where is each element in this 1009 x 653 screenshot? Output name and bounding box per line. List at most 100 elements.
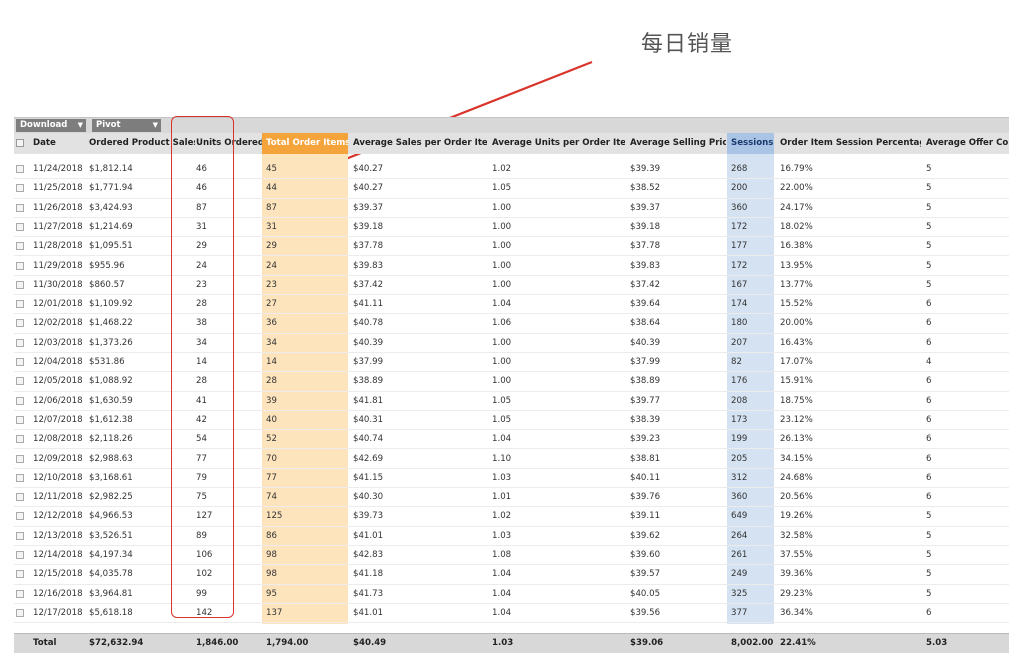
cell-date: 11/30/2018 — [33, 279, 83, 290]
table-row: 12/06/2018 $1,630.59 41 39 $41.81 1.05 $39.77 2… — [14, 392, 1009, 411]
column-header-average-offer-count[interactable]: Average Offer Count — [922, 133, 1009, 154]
row-checkbox[interactable] — [16, 454, 24, 463]
cell-units-ordered: 89 — [196, 530, 207, 541]
row-checkbox[interactable] — [16, 512, 24, 521]
cell-average-units-per-order-item: 1.02 — [492, 164, 512, 174]
cell-average-offer-count: 6 — [926, 492, 932, 503]
cell-average-selling-price: $39.23 — [630, 434, 661, 445]
totals-row: Total $72,632.94 1,846.00 1,794.00 $40.4… — [14, 633, 1009, 653]
total-order-item-session-percentage: 22.41% — [780, 638, 816, 648]
row-checkbox[interactable] — [16, 493, 24, 502]
cell-date: 11/28/2018 — [33, 241, 83, 252]
column-header-average-sales-per-order-item[interactable]: Average Sales per Order Item — [349, 133, 487, 154]
cell-average-sales-per-order-item: $42.69 — [353, 453, 384, 464]
total-ordered-product-sales: $72,632.94 — [89, 638, 144, 648]
cell-ordered-product-sales: $1,109.92 — [89, 299, 133, 310]
cell-average-units-per-order-item: 1.04 — [492, 607, 512, 618]
column-header-units-ordered[interactable]: Units Ordered — [192, 133, 262, 154]
cell-date: 12/01/2018 — [33, 299, 83, 310]
row-checkbox[interactable] — [16, 242, 24, 251]
cell-order-item-session-percentage: 36.34% — [780, 607, 813, 618]
row-checkbox[interactable] — [16, 338, 24, 347]
column-header-average-units-per-order-item[interactable]: Average Units per Order Item — [488, 133, 625, 154]
cell-average-offer-count: 5 — [926, 569, 932, 580]
column-header-date[interactable]: Date — [29, 133, 89, 154]
cell-total-order-items: 125 — [266, 511, 283, 522]
row-checkbox[interactable] — [16, 358, 24, 366]
column-header-total-order-items[interactable]: Total Order Items — [262, 133, 348, 154]
cell-order-item-session-percentage: 20.56% — [780, 492, 813, 503]
row-checkbox[interactable] — [16, 396, 24, 405]
cell-sessions: 208 — [731, 395, 748, 406]
cell-order-item-session-percentage: 20.00% — [780, 318, 813, 329]
total-average-units-per-order-item: 1.03 — [492, 638, 514, 648]
row-checkbox[interactable] — [16, 551, 24, 559]
cell-ordered-product-sales: $1,812.14 — [89, 164, 133, 174]
pivot-dropdown[interactable]: Pivot ▼ — [92, 119, 161, 132]
row-checkbox[interactable] — [16, 435, 24, 444]
table-row: 12/12/2018 $4,966.53 127 125 $39.73 1.02 $39.1… — [14, 507, 1009, 527]
row-checkbox[interactable] — [16, 261, 24, 270]
cell-average-offer-count: 5 — [926, 183, 932, 194]
cell-average-sales-per-order-item: $41.11 — [353, 299, 384, 310]
cell-date: 12/02/2018 — [33, 318, 83, 329]
cell-sessions: 360 — [731, 492, 748, 503]
cell-date: 12/13/2018 — [33, 530, 83, 541]
row-checkbox[interactable] — [16, 377, 24, 386]
cell-average-offer-count: 4 — [926, 357, 932, 367]
select-all-checkbox[interactable] — [16, 139, 24, 147]
cell-date: 12/09/2018 — [33, 453, 83, 464]
cell-total-order-items: 39 — [266, 395, 277, 406]
cell-order-item-session-percentage: 24.17% — [780, 202, 813, 213]
row-checkbox[interactable] — [16, 473, 24, 482]
cell-date: 12/17/2018 — [33, 607, 83, 618]
row-checkbox[interactable] — [16, 415, 24, 424]
cell-sessions: 200 — [731, 183, 748, 194]
row-checkbox[interactable] — [16, 608, 24, 617]
cell-order-item-session-percentage: 13.77% — [780, 279, 813, 290]
column-header-sessions[interactable]: Sessions — [727, 133, 774, 154]
table-row: 12/03/2018 $1,373.26 34 34 $40.39 1.00 $40.39 2… — [14, 334, 1009, 353]
cell-total-order-items: 44 — [266, 183, 277, 194]
table-header: Date Ordered Product Sales Units Ordered… — [14, 133, 1009, 154]
row-checkbox[interactable] — [16, 222, 24, 231]
cell-average-sales-per-order-item: $40.74 — [353, 434, 384, 445]
cell-date: 12/14/2018 — [33, 550, 83, 560]
row-checkbox[interactable] — [16, 589, 24, 598]
cell-average-units-per-order-item: 1.00 — [492, 241, 512, 252]
row-checkbox[interactable] — [16, 531, 24, 540]
cell-average-sales-per-order-item: $40.27 — [353, 183, 384, 194]
cell-average-sales-per-order-item: $41.18 — [353, 569, 384, 580]
cell-average-sales-per-order-item: $41.01 — [353, 607, 384, 618]
cell-order-item-session-percentage: 26.13% — [780, 434, 813, 445]
cell-average-offer-count: 6 — [926, 434, 932, 445]
column-header-order-item-session-percentage[interactable]: Order Item Session Percentage — [776, 133, 921, 154]
cell-date: 12/10/2018 — [33, 472, 83, 483]
column-header-average-selling-price[interactable]: Average Selling Price — [626, 133, 726, 154]
total-average-offer-count: 5.03 — [926, 638, 948, 648]
cell-total-order-items: 23 — [266, 279, 277, 290]
cell-total-order-items: 31 — [266, 221, 277, 232]
row-checkbox[interactable] — [16, 203, 24, 212]
cell-average-sales-per-order-item: $38.89 — [353, 376, 384, 387]
cell-units-ordered: 28 — [196, 376, 207, 387]
download-dropdown[interactable]: Download ▼ — [16, 119, 86, 132]
pivot-label: Pivot — [96, 120, 121, 130]
table-row: 11/28/2018 $1,095.51 29 29 $37.78 1.00 $37.78 1… — [14, 237, 1009, 257]
cell-units-ordered: 106 — [196, 550, 213, 560]
column-header-ordered-product-sales[interactable]: Ordered Product Sales — [85, 133, 195, 154]
row-checkbox[interactable] — [16, 165, 24, 173]
row-checkbox[interactable] — [16, 300, 24, 309]
cell-total-order-items: 27 — [266, 299, 277, 310]
row-checkbox[interactable] — [16, 184, 24, 193]
cell-sessions: 360 — [731, 202, 748, 213]
row-checkbox[interactable] — [16, 319, 24, 328]
cell-average-offer-count: 6 — [926, 395, 932, 406]
row-checkbox[interactable] — [16, 280, 24, 289]
table-row: 12/13/2018 $3,526.51 89 86 $41.01 1.03 $39.62 2… — [14, 527, 1009, 546]
cell-average-units-per-order-item: 1.05 — [492, 414, 512, 425]
row-checkbox[interactable] — [16, 570, 24, 579]
cell-units-ordered: 142 — [196, 607, 213, 618]
cell-units-ordered: 99 — [196, 588, 207, 599]
table-row: 12/04/2018 $531.86 14 14 $37.99 1.00 $37.99 82 1… — [14, 353, 1009, 373]
